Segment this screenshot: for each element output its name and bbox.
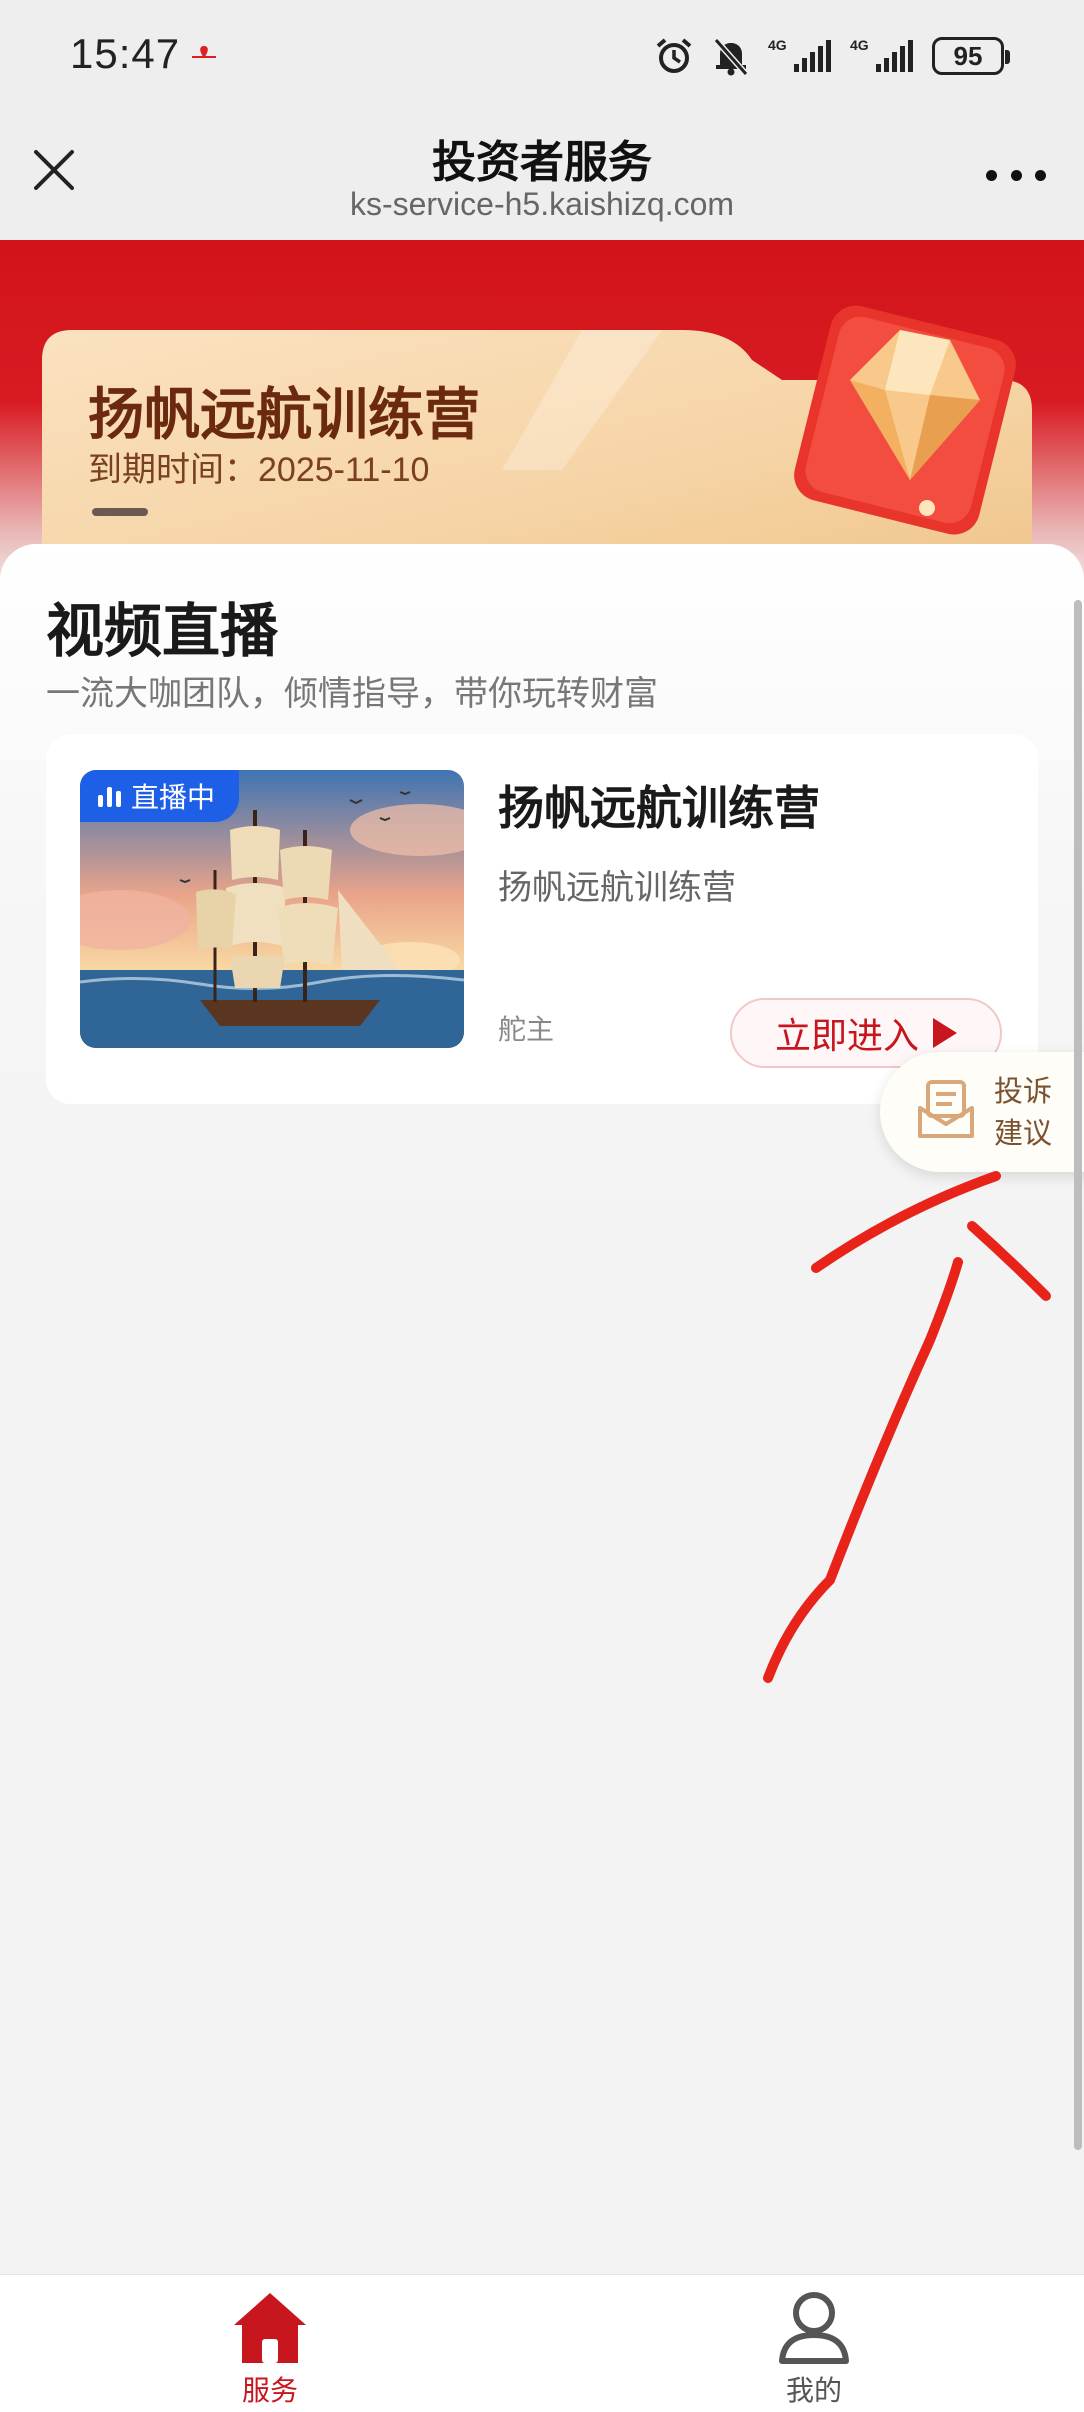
live-bars-icon	[98, 785, 121, 807]
content-panel: 视频直播 一流大咖团队，倾情指导，带你玩转财富 直播中 扬帆远航训练营 扬帆远航…	[0, 544, 1084, 2274]
page-title: 投资者服务	[432, 137, 652, 188]
nav-label-mine: 我的	[785, 2374, 842, 2407]
complaint-label-line1: 投诉	[994, 1074, 1053, 1108]
mail-feedback-icon	[918, 1080, 974, 1138]
live-badge-label: 直播中	[131, 781, 216, 814]
battery-indicator: 95	[932, 37, 1010, 75]
nav-label-service: 服务	[241, 2374, 298, 2407]
live-thumbnail[interactable]: 直播中	[80, 770, 464, 1048]
status-time: 15:47	[70, 30, 181, 77]
alarm-icon	[656, 38, 692, 73]
svg-text:4G: 4G	[768, 37, 787, 53]
home-icon	[234, 2293, 306, 2363]
title-bar: 投资者服务 ks-service-h5.kaishizq.com	[0, 112, 1084, 240]
bottom-nav: 服务 我的	[0, 2274, 1084, 2412]
signal-4g-icon: 4G	[850, 37, 913, 72]
bell-muted-icon	[713, 38, 749, 76]
live-card[interactable]: 直播中 扬帆远航训练营 扬帆远航训练营 舵主 立即进入	[46, 734, 1038, 1104]
nav-item-service[interactable]: 服务	[190, 2289, 350, 2409]
huawei-logo-icon	[192, 46, 216, 58]
live-status-badge: 直播中	[80, 770, 240, 822]
section-title: 视频直播	[46, 597, 279, 665]
svg-text:4G: 4G	[850, 37, 869, 53]
live-description: 扬帆远航训练营	[498, 868, 736, 908]
signal-4g-icon: 4G	[768, 37, 831, 72]
user-icon	[779, 2292, 849, 2364]
nav-item-mine[interactable]: 我的	[734, 2289, 894, 2409]
live-title: 扬帆远航训练营	[498, 781, 820, 835]
status-bar: 15:47 4G 4G 95	[0, 0, 1084, 112]
card-handle	[92, 508, 148, 516]
section-subtitle: 一流大咖团队，倾情指导，带你玩转财富	[46, 674, 658, 714]
complaint-label: 投诉 建议	[994, 1070, 1054, 1154]
more-options-icon[interactable]	[986, 168, 1046, 182]
complaint-label-line2: 建议	[994, 1116, 1053, 1150]
status-icons: 4G 4G 95	[654, 34, 1010, 78]
expiry-label: 到期时间：	[88, 450, 258, 490]
play-icon	[933, 1018, 957, 1048]
page-url: ks-service-h5.kaishizq.com	[349, 186, 735, 222]
course-expiry: 到期时间：2025-11-10	[88, 442, 429, 491]
scrollbar[interactable]	[1074, 600, 1082, 2150]
gem-icon	[794, 305, 1016, 535]
live-host: 舵主	[498, 1013, 555, 1046]
course-title: 扬帆远航训练营	[88, 383, 480, 448]
expiry-date: 2025-11-10	[258, 451, 430, 489]
enter-now-label: 立即进入	[774, 1016, 919, 1057]
complaint-suggestion-button[interactable]: 投诉 建议	[880, 1052, 1084, 1172]
